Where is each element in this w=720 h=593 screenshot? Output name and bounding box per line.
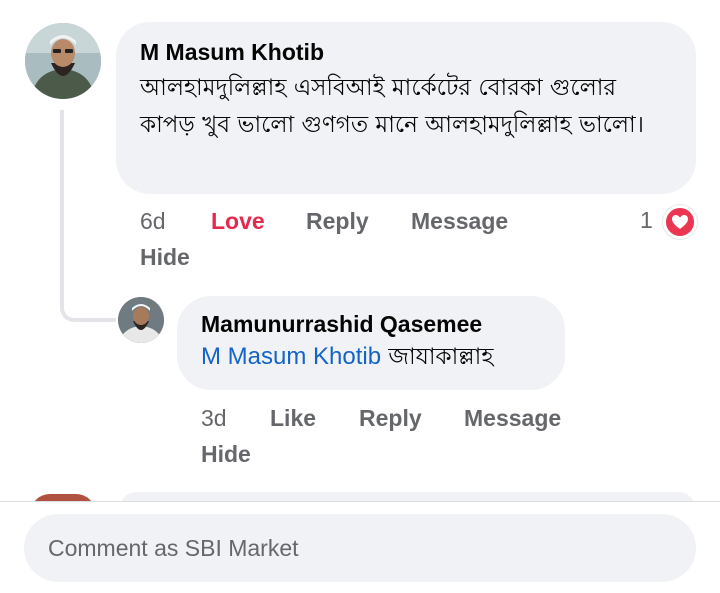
comment-input[interactable] [24,514,696,582]
reply-message-button[interactable]: Message [464,405,561,432]
reply-like-button[interactable]: Like [270,405,316,432]
reply-hide-button[interactable]: Hide [201,441,251,468]
reply-time: 3d [201,405,227,431]
comment-composer [0,502,720,593]
reply-actions: 3d Like Reply Message Hide [0,0,720,480]
reply-reply-button[interactable]: Reply [359,405,422,432]
